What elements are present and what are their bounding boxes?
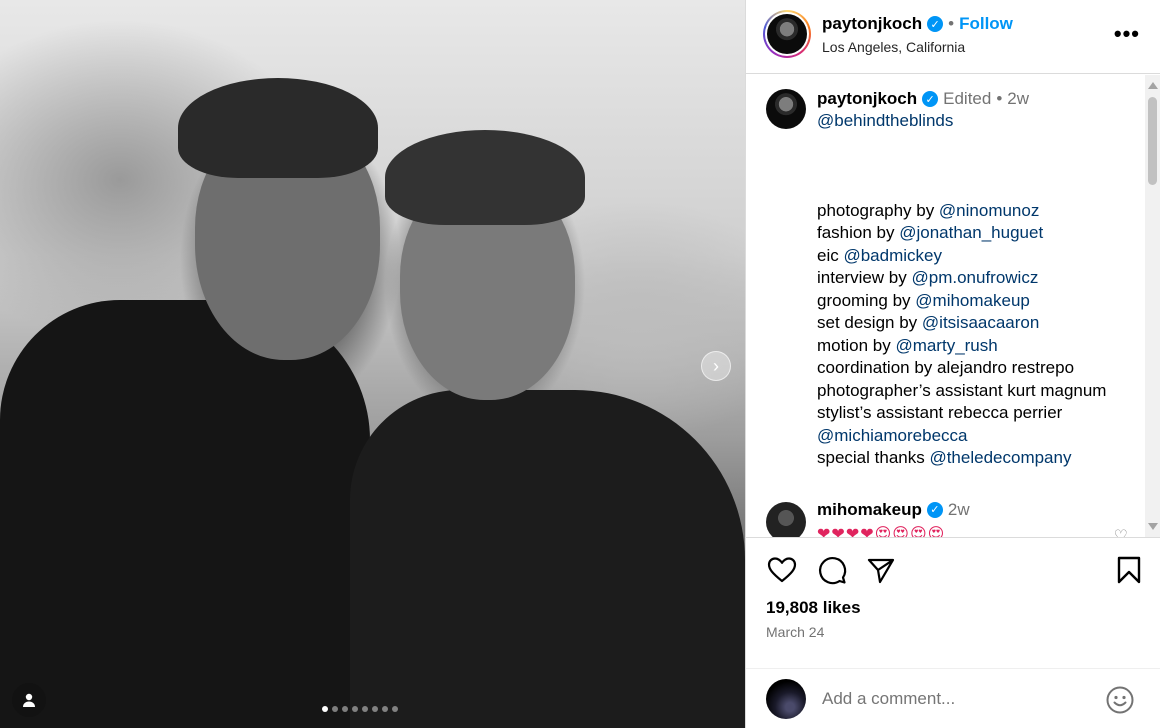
caption-line: motion by @marty_rush (817, 335, 1150, 358)
current-user-avatar (766, 679, 806, 719)
caption-line-text: set design by (817, 313, 922, 332)
photo-person-left-hair (178, 78, 378, 178)
caption-line: set design by @itsisaacaaron (817, 312, 1150, 335)
carousel-dot (352, 706, 358, 712)
more-options-icon[interactable]: ••• (1114, 23, 1140, 45)
carousel-dot (392, 706, 398, 712)
post-header: paytonjkoch ✓ • Follow Los Angeles, Cali… (746, 0, 1160, 74)
post-photo[interactable]: › (0, 0, 745, 728)
mention-link[interactable]: @ninomunoz (939, 201, 1039, 220)
separator-dot: • (996, 89, 1003, 108)
caption-line-text: grooming by (817, 290, 916, 310)
caption-line-text: photography by (817, 200, 939, 220)
caption-line-text: eic (817, 245, 844, 265)
carousel-dot (342, 706, 348, 712)
caption-header: paytonjkoch ✓ Edited • 2w (817, 89, 1150, 109)
carousel-dot (362, 706, 368, 712)
carousel-next-button[interactable]: › (701, 351, 731, 381)
likes-count[interactable]: 19,808 likes (766, 598, 861, 618)
caption-line: fashion by @jonathan_huguet (817, 222, 1150, 245)
caption-line-text: photographer’s assistant kurt magnum (817, 380, 1107, 400)
author-row: paytonjkoch ✓ • Follow (822, 14, 1013, 34)
mention-link[interactable]: @badmickey (843, 246, 942, 265)
post-actions: 19,808 likes March 24 (746, 537, 1160, 728)
comments-list[interactable]: paytonjkoch ✓ Edited • 2w @behindtheblin… (746, 75, 1150, 537)
author-avatar-story-ring[interactable] (763, 10, 811, 58)
edited-label: Edited (943, 89, 992, 108)
caption-author-avatar[interactable] (766, 89, 806, 129)
caption-line: grooming by @mihomakeup (817, 290, 1150, 313)
separator-dot: • (948, 14, 955, 33)
author-avatar (767, 14, 807, 54)
like-heart-icon[interactable] (766, 554, 798, 586)
commenter-avatar[interactable] (766, 501, 806, 537)
caption-line: @michiamorebecca (817, 425, 1150, 448)
photo-person-right-coat (350, 390, 745, 728)
mention-link[interactable]: @mihomakeup (915, 291, 1030, 310)
user-icon (23, 693, 35, 707)
mention-link[interactable]: @pm.onufrowicz (911, 268, 1038, 287)
comment-item: mihomakeup ✓ 2w ❤❤❤❤😍😍😍😍 ♡ (746, 470, 1150, 538)
mention-link[interactable]: @behindtheblinds (817, 111, 953, 130)
commenter-username[interactable]: mihomakeup (817, 500, 922, 520)
mention-link[interactable]: @marty_rush (895, 336, 997, 355)
caption-username[interactable]: paytonjkoch (817, 89, 917, 109)
caption-age: 2w (1007, 89, 1030, 108)
carousel-dots (322, 706, 398, 712)
verified-badge-icon: ✓ (927, 16, 944, 32)
comment-like-heart-icon[interactable]: ♡ (1114, 526, 1128, 538)
author-username[interactable]: paytonjkoch (822, 14, 922, 34)
caption-line-text: stylist’s assistant rebecca perrier (817, 403, 1063, 422)
caption-line: photographer’s assistant kurt magnum (817, 380, 1150, 403)
add-comment-bar (746, 668, 1160, 728)
caption-line-text: motion by (817, 335, 896, 355)
post-date[interactable]: March 24 (766, 624, 824, 640)
scroll-down-arrow-icon[interactable] (1148, 523, 1158, 530)
caption-line-text: special thanks (817, 448, 930, 467)
comment-age: 2w (947, 499, 970, 519)
mention-link[interactable]: @theledecompany (929, 448, 1071, 467)
add-comment-input[interactable] (822, 689, 1082, 709)
verified-badge-icon: ✓ (926, 501, 943, 518)
emoji-picker-icon[interactable] (1105, 685, 1135, 715)
mention-link[interactable]: @jonathan_huguet (899, 223, 1043, 242)
comment-bubble-icon[interactable] (816, 554, 848, 586)
tagged-users-button[interactable] (12, 683, 46, 717)
scroll-up-arrow-icon[interactable] (1148, 82, 1158, 89)
photo-person-right-hair (385, 130, 585, 225)
post-caption: paytonjkoch ✓ Edited • 2w @behindtheblin… (746, 75, 1150, 470)
caption-line: coordination by alejandro restrepo (817, 357, 1150, 380)
caption-line: eic @badmickey (817, 245, 1150, 268)
verified-badge-icon: ✓ (922, 91, 939, 107)
comment-text: ❤❤❤❤😍😍😍😍 (817, 525, 946, 538)
share-paper-plane-icon[interactable] (865, 554, 897, 586)
carousel-dot (372, 706, 378, 712)
comments-scrollbar[interactable] (1145, 75, 1160, 537)
caption-line: stylist’s assistant rebecca perrier (817, 402, 1150, 425)
carousel-dot (322, 706, 328, 712)
chevron-right-icon: › (713, 355, 719, 376)
caption-line: photography by @ninomunoz (817, 200, 1150, 223)
carousel-dot (332, 706, 338, 712)
mention-link[interactable]: @itsisaacaaron (922, 313, 1039, 332)
post-location[interactable]: Los Angeles, California (822, 39, 965, 55)
scroll-thumb[interactable] (1148, 97, 1157, 185)
caption-line-text: interview by (817, 268, 912, 287)
caption-line-text: fashion by (817, 223, 900, 242)
caption-line: special thanks @theledecompany (817, 447, 1150, 470)
caption-line-text: coordination by alejandro restrepo (817, 358, 1075, 377)
caption-credits: photography by @ninomunoz fashion by @jon… (817, 200, 1150, 470)
photo-person-left-coat (0, 300, 370, 728)
follow-button[interactable]: Follow (959, 14, 1013, 34)
caption-line: interview by @pm.onufrowicz (817, 267, 1150, 290)
carousel-dot (382, 706, 388, 712)
mention-link[interactable]: @michiamorebecca (817, 426, 967, 445)
save-bookmark-icon[interactable] (1113, 554, 1145, 586)
post-side-panel: paytonjkoch ✓ • Follow Los Angeles, Cali… (745, 0, 1160, 728)
